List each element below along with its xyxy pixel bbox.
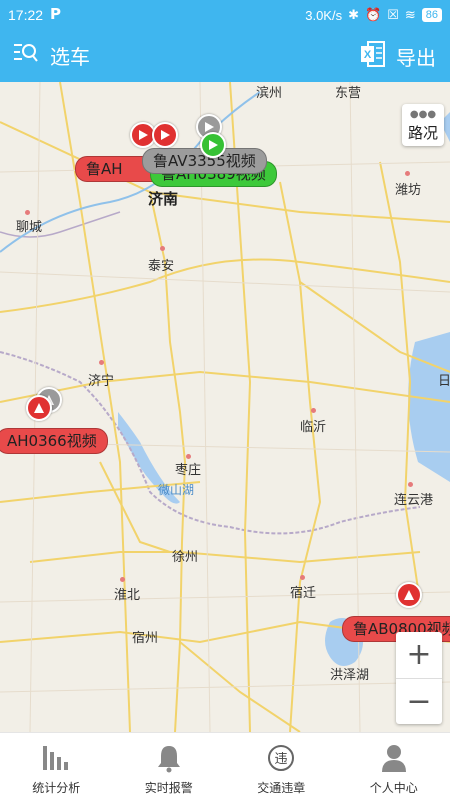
city-label: 聊城 xyxy=(16,216,42,235)
alarm-icon: ⏰ xyxy=(365,7,381,23)
city-label: 东营 xyxy=(335,82,361,101)
vehicle-plate: 鲁AH xyxy=(86,160,123,178)
city-label: 洪泽湖 xyxy=(330,664,369,683)
nav-profile[interactable]: 个人中心 xyxy=(338,733,450,801)
map-view[interactable]: 济南 聊城 泰安 济宁 临沂 潍坊 枣庄 连云港 徐州 淮北 宿迁 宿州 洪泽湖… xyxy=(0,82,450,732)
city-dot xyxy=(99,360,104,365)
city-dot xyxy=(120,577,125,582)
nav-label: 个人中心 xyxy=(338,779,450,796)
export-label: 导出 xyxy=(396,42,436,71)
violation-glyph: 违 xyxy=(275,752,288,767)
direction-arrow-icon xyxy=(33,402,45,414)
city-label: 滨州 xyxy=(256,82,282,101)
user-icon xyxy=(338,743,450,773)
zoom-out-button[interactable]: − xyxy=(396,679,442,725)
select-vehicle-button[interactable]: 选车 xyxy=(12,40,90,70)
vehicle-label[interactable]: AH0366视频 xyxy=(0,428,108,454)
direction-arrow-icon xyxy=(207,139,219,151)
parking-icon: P xyxy=(50,5,64,22)
vehicle-plate: AH0366视频 xyxy=(7,432,97,450)
city-label: 淮北 xyxy=(114,584,140,603)
city-label: 枣庄 xyxy=(175,459,201,478)
vehicle-marker[interactable] xyxy=(396,582,422,608)
vehicle-marker[interactable] xyxy=(152,122,178,148)
direction-arrow-icon xyxy=(159,129,171,141)
city-dot xyxy=(311,408,316,413)
traffic-label: 路况 xyxy=(402,122,444,143)
city-label: 连云港 xyxy=(394,489,433,508)
zoom-in-button[interactable]: + xyxy=(396,632,442,678)
city-dot xyxy=(160,246,165,251)
wifi-icon: ≋ xyxy=(405,7,416,23)
city-dot xyxy=(25,210,30,215)
city-dot xyxy=(408,482,413,487)
city-label: 宿迁 xyxy=(290,582,316,601)
nav-statistics[interactable]: 统计分析 xyxy=(0,733,113,801)
status-indicators: 3.0K/s ✱ ⏰ ☒ ≋ 86 xyxy=(305,7,442,23)
bar-chart-icon xyxy=(0,743,113,773)
status-time: 17:22 xyxy=(8,7,43,23)
nav-alarms[interactable]: 实时报警 xyxy=(113,733,226,801)
export-button[interactable]: X 导出 xyxy=(360,40,436,72)
nav-label: 统计分析 xyxy=(0,779,113,796)
bluetooth-icon: ✱ xyxy=(348,7,359,23)
city-label: 日 xyxy=(438,370,450,389)
traffic-toggle[interactable]: ●●● 路况 xyxy=(402,104,444,146)
violation-icon: 违 xyxy=(225,743,338,773)
city-label: 泰安 xyxy=(148,255,174,274)
city-label: 潍坊 xyxy=(395,179,421,198)
city-label: 济宁 xyxy=(88,370,114,389)
status-bar: 17:22 P 3.0K/s ✱ ⏰ ☒ ≋ 86 xyxy=(0,0,450,30)
battery-icon: 86 xyxy=(422,8,442,22)
city-label: 临沂 xyxy=(300,416,326,435)
vehicle-marker[interactable] xyxy=(200,132,226,158)
city-dot xyxy=(300,575,305,580)
sim-icon: ☒ xyxy=(387,7,399,23)
header-title: 选车 xyxy=(50,41,90,70)
app-header: 选车 X 导出 xyxy=(0,30,450,82)
nav-label: 交通违章 xyxy=(225,779,338,796)
excel-icon: X xyxy=(360,40,386,72)
zoom-control: + − xyxy=(396,632,442,724)
city-label: 徐州 xyxy=(172,546,198,565)
bell-icon xyxy=(113,743,226,773)
bottom-nav: 统计分析 实时报警 违 交通违章 个人中心 xyxy=(0,732,450,801)
nav-violations[interactable]: 违 交通违章 xyxy=(225,733,338,801)
search-list-icon xyxy=(12,40,38,70)
nav-label: 实时报警 xyxy=(113,779,226,796)
city-label: 济南 xyxy=(148,188,178,209)
vehicle-marker[interactable] xyxy=(26,395,52,421)
traffic-icon: ●●● xyxy=(402,108,444,122)
svg-text:X: X xyxy=(364,49,372,61)
direction-arrow-icon xyxy=(137,129,149,141)
city-label: 宿州 xyxy=(132,627,158,646)
lake-label: 微山湖 xyxy=(158,481,194,498)
city-dot xyxy=(405,171,410,176)
network-speed: 3.0K/s xyxy=(305,8,342,23)
direction-arrow-icon xyxy=(403,589,415,601)
